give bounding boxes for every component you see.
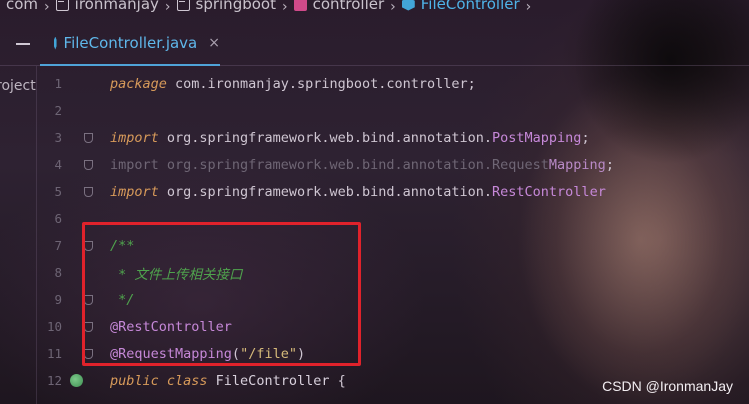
package-icon <box>293 0 307 11</box>
breadcrumb-label: springboot <box>195 0 276 13</box>
code-line[interactable]: 5 import org.springframework.web.bind.ann… <box>38 178 749 205</box>
fold-marker-icon[interactable] <box>84 160 93 170</box>
breadcrumb-label: com <box>6 0 39 13</box>
code-line[interactable]: 2 <box>38 97 749 124</box>
chevron-right-icon: › <box>281 0 288 14</box>
code-token: public class <box>110 372 208 389</box>
line-number[interactable]: 4 <box>38 157 62 172</box>
line-number[interactable]: 1 <box>38 76 62 91</box>
highlight-annotation-box <box>82 222 361 366</box>
breadcrumb-item-springboot[interactable]: springboot <box>176 0 276 13</box>
chevron-right-icon: › <box>525 0 532 14</box>
breadcrumb-item-controller[interactable]: controller <box>293 0 385 13</box>
java-class-icon <box>401 0 415 11</box>
code-text: import org.springframework.web.bind.anno… <box>110 184 606 200</box>
breadcrumb-item-ironmanjay[interactable]: ironmanjay <box>55 0 159 13</box>
code-token: FileController <box>207 372 338 389</box>
code-token: Mapping <box>548 156 606 173</box>
chevron-right-icon: › <box>390 0 396 14</box>
minimize-icon[interactable] <box>16 43 30 45</box>
code-token: import <box>110 183 159 200</box>
project-panel-label[interactable]: roject <box>0 78 36 94</box>
tab-label: FileController.java <box>63 34 198 52</box>
code-token: org.springframework.web.bind.annotation. <box>158 183 493 200</box>
line-number[interactable]: 2 <box>38 103 62 118</box>
editor-gutter <box>62 97 110 124</box>
code-token: package <box>110 75 167 92</box>
breadcrumb-label: controller <box>312 0 385 13</box>
code-token: RestController <box>492 183 606 200</box>
close-icon[interactable]: × <box>208 35 220 51</box>
watermark: CSDN @IronmanJay <box>602 378 733 394</box>
tab-filecontroller[interactable]: FileController.java × <box>40 22 220 66</box>
editor-gutter <box>62 178 110 205</box>
code-token: PostMapping <box>492 129 582 146</box>
breadcrumb-item-filecontroller[interactable]: FileController <box>401 0 520 13</box>
breadcrumb-label: ironmanjay <box>74 0 159 13</box>
line-number[interactable]: 12 <box>38 373 62 388</box>
folder-icon <box>55 0 69 11</box>
breadcrumb-item-com[interactable]: com <box>6 0 39 13</box>
fold-marker-icon[interactable] <box>84 133 93 143</box>
code-text: package com.ironmanjay.springboot.contro… <box>110 76 476 92</box>
line-number[interactable]: 8 <box>38 265 62 280</box>
editor-gutter <box>62 124 110 151</box>
code-token: import org.springframework.web.bind.anno… <box>110 156 549 173</box>
editor-gutter <box>62 70 110 97</box>
code-token: import <box>110 129 159 146</box>
editor-gutter <box>62 367 110 394</box>
editor-gutter <box>62 151 110 178</box>
code-line[interactable]: 3 import org.springframework.web.bind.ann… <box>38 124 749 151</box>
chevron-right-icon: › <box>44 0 50 14</box>
line-number[interactable]: 5 <box>38 184 62 199</box>
breadcrumb-label: FileController <box>420 0 520 13</box>
code-token: ; <box>605 156 614 173</box>
fold-marker-icon[interactable] <box>84 187 93 197</box>
folder-icon <box>176 0 190 11</box>
line-number[interactable]: 10 <box>38 319 62 334</box>
code-token: org.springframework.web.bind.annotation. <box>158 129 493 146</box>
line-number[interactable]: 3 <box>38 130 62 145</box>
code-token: ; <box>581 129 590 146</box>
java-class-icon <box>54 36 57 50</box>
code-text: import org.springframework.web.bind.anno… <box>110 157 614 173</box>
line-number[interactable]: 7 <box>38 238 62 253</box>
code-text: public class FileController { <box>110 373 346 389</box>
code-line[interactable]: 1 package com.ironmanjay.springboot.contr… <box>38 70 749 97</box>
line-number[interactable]: 11 <box>38 346 62 361</box>
line-number[interactable]: 9 <box>38 292 62 307</box>
line-number[interactable]: 6 <box>38 211 62 226</box>
code-token: com.ironmanjay.springboot.controller; <box>166 75 476 92</box>
code-line[interactable]: 4 import org.springframework.web.bind.ann… <box>38 151 749 178</box>
breadcrumb: com › ironmanjay › springboot › controll… <box>0 0 749 14</box>
spring-bean-icon[interactable] <box>70 374 83 387</box>
code-text: import org.springframework.web.bind.anno… <box>110 130 590 146</box>
editor-tab-bar: FileController.java × <box>0 22 749 66</box>
chevron-right-icon: › <box>164 0 171 14</box>
panel-divider <box>36 66 37 404</box>
code-token: { <box>337 372 346 389</box>
